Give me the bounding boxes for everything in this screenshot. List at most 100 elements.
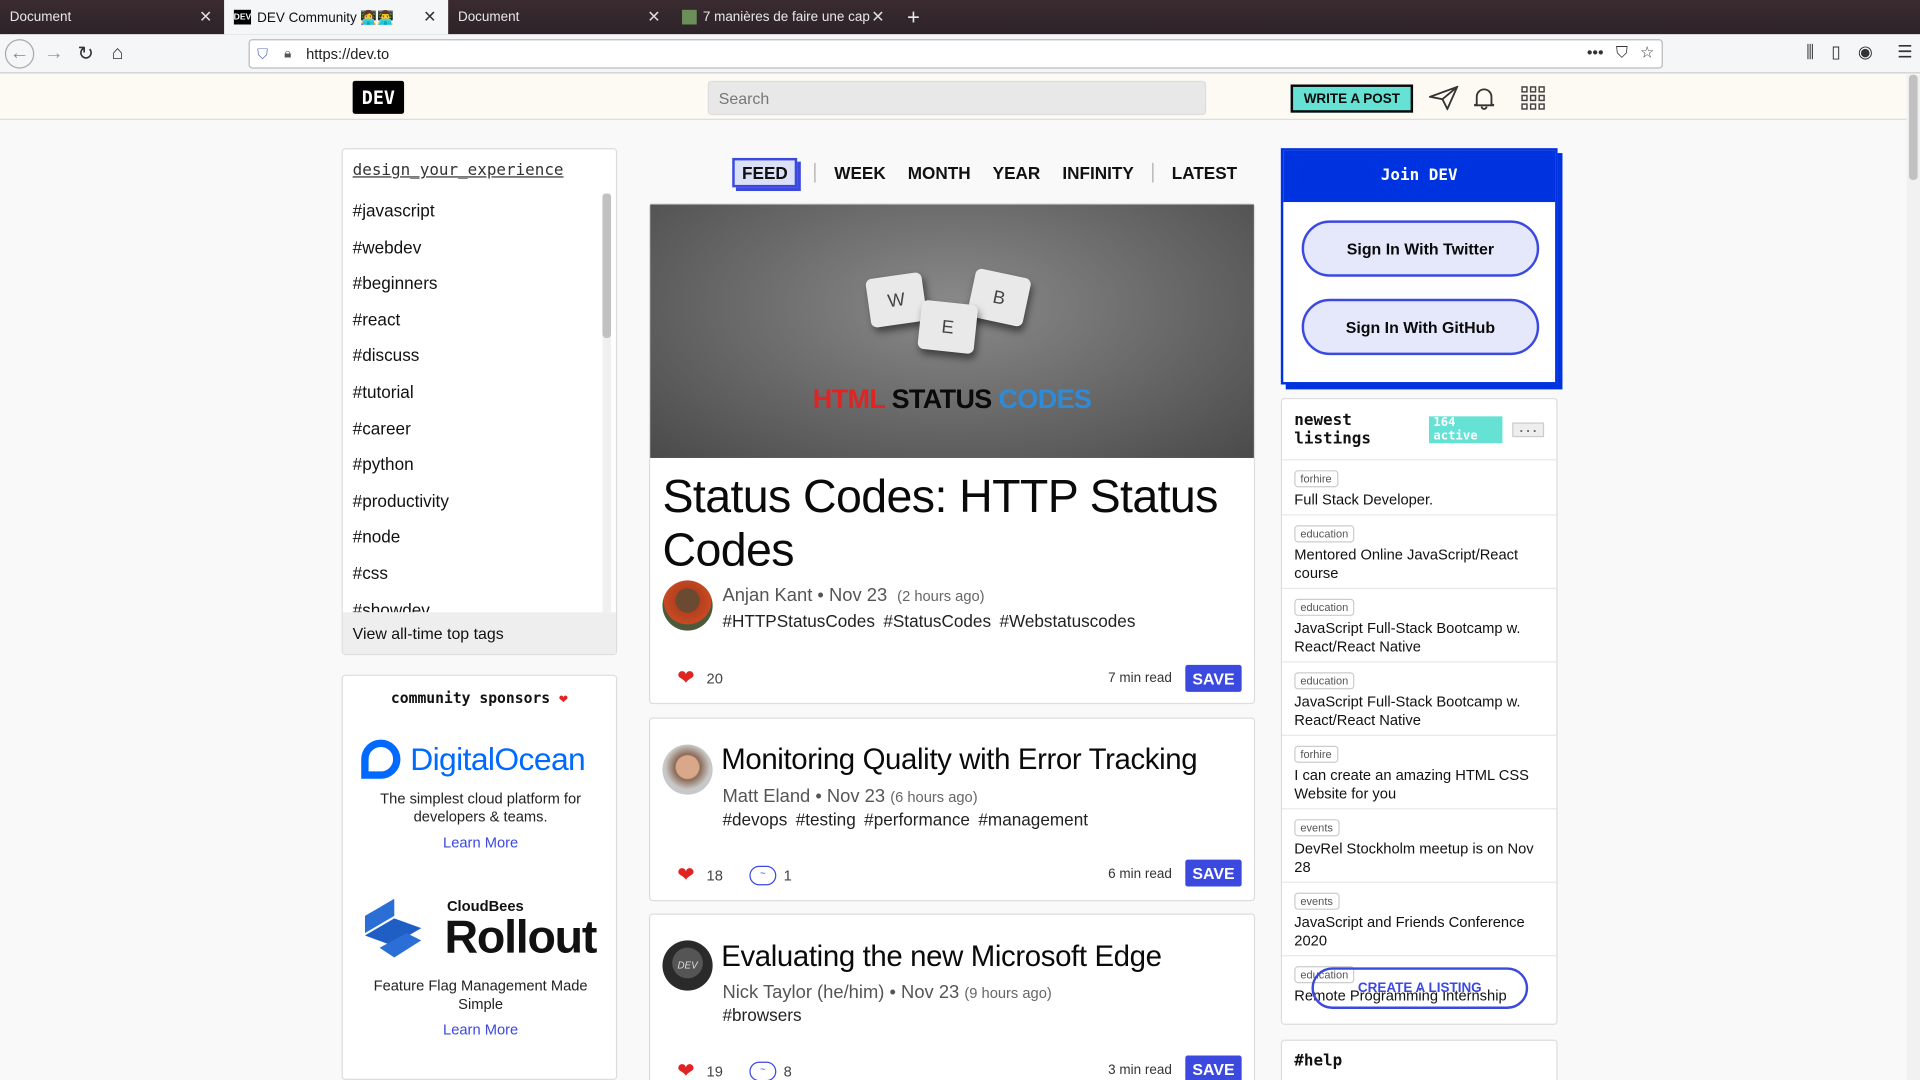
- close-tab-icon[interactable]: ✕: [645, 7, 662, 27]
- listing-category[interactable]: education: [1294, 525, 1355, 543]
- author-name[interactable]: Anjan Kant: [722, 585, 812, 606]
- listing-category[interactable]: events: [1294, 892, 1340, 910]
- design-experience-link[interactable]: design_your_experience: [343, 149, 616, 187]
- tab-year[interactable]: YEAR: [982, 163, 1052, 183]
- listing-title[interactable]: I can create an amazing HTML CSS Website…: [1294, 767, 1544, 804]
- article-tags[interactable]: #browsers: [722, 1005, 801, 1025]
- listing-title[interactable]: JavaScript and Friends Conference 2020: [1294, 913, 1544, 950]
- save-button[interactable]: SAVE: [1185, 1055, 1242, 1080]
- author-avatar[interactable]: [662, 744, 713, 795]
- tag-item[interactable]: #css: [343, 556, 603, 592]
- tag-item[interactable]: #tutorial: [343, 375, 603, 411]
- send-icon[interactable]: [1426, 85, 1459, 117]
- account-icon[interactable]: ◉: [1858, 42, 1873, 63]
- tag-item[interactable]: #showdev: [343, 592, 603, 612]
- article-title[interactable]: Status Codes: HTTP Status Codes: [650, 458, 1254, 578]
- dev-logo[interactable]: DEV: [352, 80, 405, 114]
- tab-week[interactable]: WEEK: [823, 163, 896, 183]
- scrollbar-thumb[interactable]: [1908, 74, 1918, 181]
- reactions[interactable]: ❤ 20: [677, 667, 723, 688]
- scrollbar-thumb[interactable]: [602, 193, 612, 338]
- bookmark-star-icon[interactable]: ☆: [1640, 43, 1654, 63]
- search-input[interactable]: Search: [707, 80, 1207, 116]
- tag-item[interactable]: #productivity: [343, 483, 603, 519]
- sign-in-github-button[interactable]: Sign In With GitHub: [1301, 298, 1540, 356]
- browser-tab[interactable]: Document ✕: [0, 0, 224, 34]
- url-bar[interactable]: ⛉ 🔒︎ https://dev.to ••• ⛉ ☆: [248, 39, 1663, 69]
- article-card[interactable]: DEV Evaluating the new Microsoft Edge Ni…: [648, 913, 1256, 1080]
- tag-item[interactable]: #javascript: [343, 193, 603, 229]
- forward-arrow-icon[interactable]: →: [39, 39, 68, 68]
- close-tab-icon[interactable]: ✕: [869, 7, 886, 27]
- page-scrollbar[interactable]: [1906, 74, 1920, 1080]
- author-name[interactable]: Matt Eland: [722, 786, 810, 807]
- listing-item[interactable]: education JavaScript Full-Stack Bootcamp…: [1282, 662, 1557, 736]
- article-cover-image[interactable]: W B E HTML STATUS CODES: [650, 204, 1254, 458]
- learn-more-link[interactable]: Learn More: [361, 1021, 600, 1038]
- listing-title[interactable]: Mentored Online JavaScript/React course: [1294, 546, 1544, 583]
- listing-item[interactable]: events DevRel Stockholm meetup is on Nov…: [1282, 809, 1557, 883]
- apps-grid-icon[interactable]: [1521, 86, 1545, 117]
- new-tab-icon[interactable]: +: [896, 0, 930, 34]
- lock-icon[interactable]: 🔒︎: [284, 46, 299, 62]
- reactions[interactable]: ❤ 18: [677, 864, 723, 885]
- close-tab-icon[interactable]: ✕: [421, 7, 438, 27]
- tag-item[interactable]: #python: [343, 447, 603, 483]
- top-tags-link[interactable]: View all-time top tags: [342, 612, 616, 654]
- listing-item[interactable]: events JavaScript and Friends Conference…: [1282, 883, 1557, 957]
- article-card[interactable]: Monitoring Quality with Error Tracking M…: [648, 717, 1256, 902]
- article-title[interactable]: Evaluating the new Microsoft Edge: [721, 940, 1162, 974]
- help-title[interactable]: #help: [1282, 1041, 1556, 1080]
- browser-tab[interactable]: Document ✕: [448, 0, 672, 34]
- tracking-shield-icon[interactable]: ⛉: [257, 45, 274, 63]
- listing-category[interactable]: forhire: [1294, 745, 1338, 763]
- author-avatar[interactable]: [662, 580, 713, 631]
- write-post-button[interactable]: WRITE A POST: [1290, 84, 1414, 113]
- pocket-icon[interactable]: ⛉: [1616, 43, 1628, 63]
- listing-title[interactable]: JavaScript Full-Stack Bootcamp w. React/…: [1294, 620, 1544, 657]
- tag-item[interactable]: #career: [343, 411, 603, 447]
- tab-infinity[interactable]: INFINITY: [1051, 163, 1144, 183]
- listing-title[interactable]: JavaScript Full-Stack Bootcamp w. React/…: [1294, 693, 1544, 730]
- digitalocean-logo[interactable]: DigitalOcean: [361, 737, 606, 781]
- listing-category[interactable]: education: [1294, 598, 1355, 616]
- comments[interactable]: ~ 1: [749, 865, 792, 886]
- library-icon[interactable]: ⫼: [1806, 42, 1814, 63]
- more-button[interactable]: ...: [1511, 422, 1545, 438]
- browser-tab[interactable]: 7 manières de faire une capture ✕: [672, 0, 896, 34]
- tab-feed[interactable]: FEED: [732, 157, 798, 188]
- article-tags[interactable]: #devops #testing #performance #managemen…: [722, 809, 1088, 829]
- tag-item[interactable]: #beginners: [343, 266, 603, 302]
- comments[interactable]: ~ 8: [749, 1061, 792, 1080]
- save-button[interactable]: SAVE: [1185, 664, 1242, 692]
- featured-article-card[interactable]: W B E HTML STATUS CODES Status Codes: HT…: [648, 203, 1256, 705]
- back-arrow-icon[interactable]: ←: [4, 39, 35, 69]
- reload-icon[interactable]: ↻: [71, 39, 100, 68]
- tag-item[interactable]: #react: [343, 302, 603, 338]
- article-title[interactable]: Monitoring Quality with Error Tracking: [721, 743, 1197, 777]
- author-name[interactable]: Nick Taylor (he/him): [722, 982, 884, 1003]
- sidebar-toggle-icon[interactable]: ▯: [1831, 42, 1840, 63]
- tag-item[interactable]: #webdev: [343, 230, 603, 266]
- listing-item[interactable]: education JavaScript Full-Stack Bootcamp…: [1282, 589, 1557, 663]
- tag-list-scrollbar[interactable]: [602, 193, 612, 613]
- listing-item[interactable]: forhire Full Stack Developer.: [1282, 460, 1557, 516]
- sign-in-twitter-button[interactable]: Sign In With Twitter: [1301, 220, 1540, 277]
- reactions[interactable]: ❤ 19: [677, 1060, 723, 1080]
- bell-icon[interactable]: [1472, 86, 1496, 117]
- learn-more-link[interactable]: Learn More: [355, 834, 606, 851]
- listing-item[interactable]: education Mentored Online JavaScript/Rea…: [1282, 516, 1557, 589]
- listings-title[interactable]: newest listings: [1294, 411, 1418, 448]
- home-icon[interactable]: ⌂: [103, 39, 132, 68]
- author-avatar[interactable]: DEV: [662, 940, 713, 991]
- listing-category[interactable]: events: [1294, 819, 1340, 837]
- browser-tab-active[interactable]: DEV DEV Community 👩‍💻👨‍💻 ✕: [224, 0, 449, 35]
- tab-month[interactable]: MONTH: [897, 163, 982, 183]
- create-listing-button[interactable]: CREATE A LISTING: [1311, 967, 1529, 1009]
- listing-title[interactable]: Full Stack Developer.: [1294, 491, 1544, 509]
- listing-category[interactable]: education: [1294, 672, 1355, 690]
- tag-item[interactable]: #node: [343, 520, 603, 556]
- tag-item[interactable]: #discuss: [343, 338, 603, 374]
- close-tab-icon[interactable]: ✕: [197, 7, 214, 27]
- listing-title[interactable]: DevRel Stockholm meetup is on Nov 28: [1294, 840, 1544, 877]
